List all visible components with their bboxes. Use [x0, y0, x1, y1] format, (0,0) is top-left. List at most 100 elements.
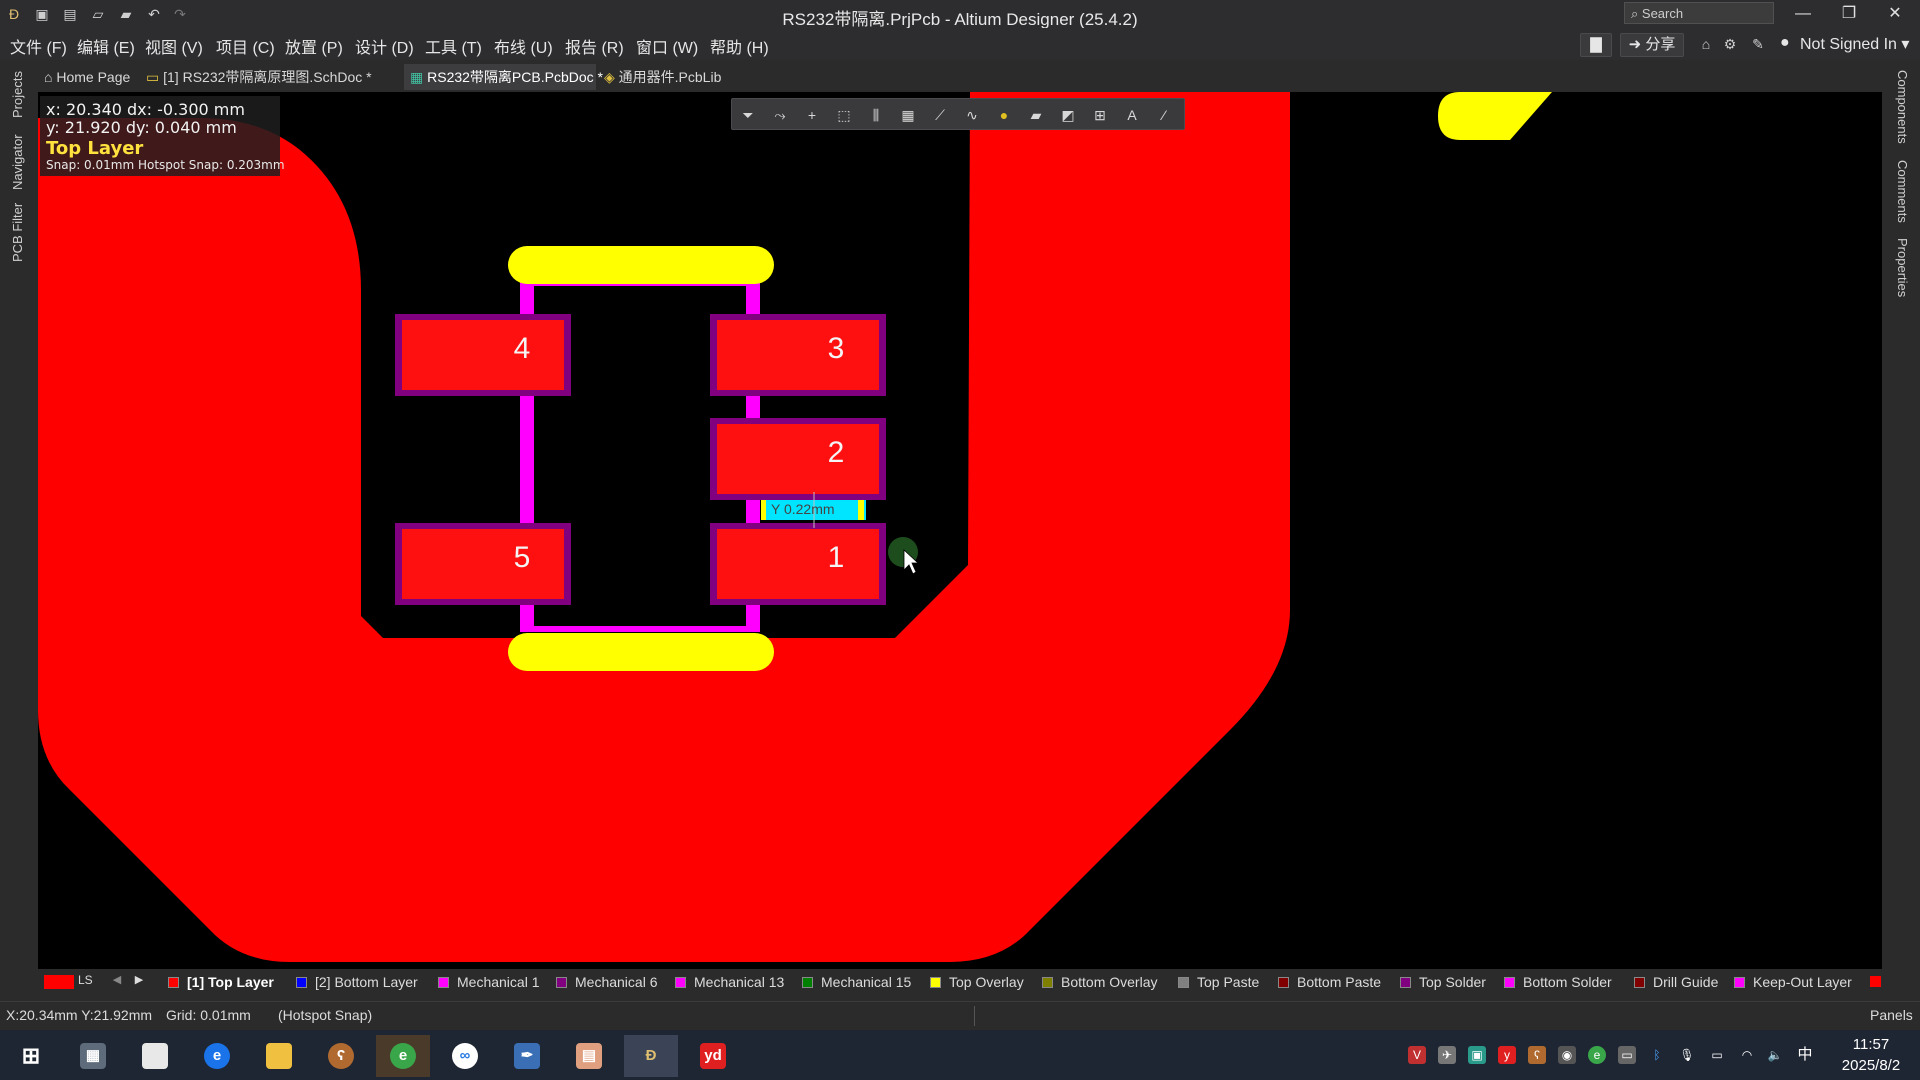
notifications-icon[interactable]: ✎	[1748, 34, 1768, 54]
menu-design[interactable]: 设计 (D)	[355, 34, 414, 58]
tray-browser-icon[interactable]: e	[1588, 1046, 1606, 1064]
pcb-canvas[interactable]: 4 3 2 5 1 Y 0.22mm	[38, 92, 1882, 969]
layer-tab-top-overlay[interactable]: Top Overlay	[930, 973, 1024, 991]
volume-icon[interactable]: 🔈	[1766, 1046, 1784, 1064]
layer-set-button[interactable]: LS	[78, 973, 93, 987]
clock-time: 11:57	[1852, 1036, 1890, 1053]
filter-icon[interactable]: ⏷	[738, 105, 758, 125]
layer-tab-drill-guide[interactable]: Drill Guide	[1634, 973, 1718, 991]
layer-tab-top-paste[interactable]: Top Paste	[1178, 973, 1259, 991]
menu-edit[interactable]: 编辑 (E)	[77, 34, 135, 58]
route-icon[interactable]: ⤳	[770, 105, 790, 125]
taskbar-notepad[interactable]	[128, 1035, 182, 1077]
layer-tab-mechanical-13[interactable]: Mechanical 13	[675, 973, 784, 991]
layer-tab-top-layer[interactable]: [1] Top Layer	[168, 973, 274, 991]
length-tune-icon[interactable]: ∿	[962, 105, 982, 125]
align-icon[interactable]: ⫼	[866, 105, 886, 125]
line-icon[interactable]: ⁄	[1154, 105, 1174, 125]
panel-tab-projects[interactable]: Projects	[10, 71, 25, 118]
tray-display-icon[interactable]: ▭	[1618, 1046, 1636, 1064]
layer-tab-mechanical-1[interactable]: Mechanical 1	[438, 973, 540, 991]
ime-indicator[interactable]: 中	[1796, 1046, 1814, 1064]
panel-tab-pcb-filter[interactable]: PCB Filter	[10, 203, 25, 262]
menu-place[interactable]: 放置 (P)	[285, 34, 343, 58]
keepout-icon[interactable]: ◩	[1058, 105, 1078, 125]
polygon-icon[interactable]: ▰	[1026, 105, 1046, 125]
layer-tab-top-solder[interactable]: Top Solder	[1400, 973, 1486, 991]
battery-icon[interactable]: ▭	[1708, 1046, 1726, 1064]
current-layer-swatch[interactable]	[44, 975, 74, 989]
tray-app-icon[interactable]: ✈	[1438, 1046, 1456, 1064]
tab-pcblib[interactable]: ◈ 通用器件.PcbLib	[598, 64, 728, 90]
home-icon[interactable]: ⌂	[1696, 34, 1716, 54]
menu-file[interactable]: 文件 (F)	[10, 34, 67, 58]
account-button[interactable]: Not Signed In ▾	[1800, 34, 1909, 54]
start-button[interactable]: ⊞	[4, 1035, 58, 1077]
menu-tools[interactable]: 工具 (T)	[425, 34, 482, 58]
layer-scroll-right-icon[interactable]: ▶	[130, 973, 148, 991]
taskbar-altium[interactable]: Ɖ	[624, 1035, 678, 1077]
tray-bear-icon[interactable]: ʕ	[1528, 1046, 1546, 1064]
taskbar-feather-app[interactable]: ✒	[500, 1035, 554, 1077]
menu-reports[interactable]: 报告 (R)	[565, 34, 624, 58]
layer-scroll-left-icon[interactable]: ◀	[108, 973, 126, 991]
panel-tab-properties[interactable]: Properties	[1895, 238, 1910, 297]
document-tabs: ⌂ Home Page ▭ [1] RS232带隔离原理图.SchDoc * ▦…	[32, 62, 1884, 92]
feedback-icon[interactable]: ▇	[1580, 33, 1612, 57]
tray-app-icon[interactable]: ▣	[1468, 1046, 1486, 1064]
share-button[interactable]: ➜ 分享	[1620, 33, 1684, 57]
taskbar-baidu-cloud[interactable]: ∞	[438, 1035, 492, 1077]
taskbar-bear-app[interactable]: ʕ	[314, 1035, 368, 1077]
bluetooth-icon[interactable]: ᛒ	[1648, 1046, 1666, 1064]
menu-help[interactable]: 帮助 (H)	[710, 34, 769, 58]
pin-icon[interactable]: ●	[994, 105, 1014, 125]
layer-tab-mechanical-6[interactable]: Mechanical 6	[556, 973, 658, 991]
layer-tab-bottom-solder[interactable]: Bottom Solder	[1504, 973, 1612, 991]
pad-label-2: 2	[827, 436, 845, 469]
pad-label-5: 5	[513, 541, 531, 574]
tab-schematic[interactable]: ▭ [1] RS232带隔离原理图.SchDoc *	[140, 64, 402, 90]
layer-swatch-more[interactable]	[1870, 976, 1881, 987]
layer-swatch	[1734, 977, 1745, 988]
menu-window[interactable]: 窗口 (W)	[636, 34, 698, 58]
close-button[interactable]: ✕	[1872, 0, 1918, 28]
panel-tab-comments[interactable]: Comments	[1895, 160, 1910, 223]
taskbar-calculator[interactable]: ▦	[66, 1035, 120, 1077]
layer-tab-keep-out-layer[interactable]: Keep-Out Layer	[1734, 973, 1852, 991]
panels-button[interactable]: Panels	[1870, 1007, 1913, 1023]
taskbar-clock[interactable]: 11:57 2025/8/2	[1826, 1034, 1916, 1076]
layer-tab-bottom-paste[interactable]: Bottom Paste	[1278, 973, 1381, 991]
menu-route[interactable]: 布线 (U)	[494, 34, 553, 58]
taskbar-edge[interactable]: e	[190, 1035, 244, 1077]
layer-tab-mechanical-15[interactable]: Mechanical 15	[802, 973, 911, 991]
panel-tab-components[interactable]: Components	[1895, 70, 1910, 144]
cross-icon[interactable]: +	[802, 105, 822, 125]
restore-button[interactable]: ❐	[1826, 0, 1872, 28]
taskbar-youdao[interactable]: yd	[686, 1035, 740, 1077]
taskbar-browser[interactable]: e	[376, 1035, 430, 1077]
tab-pcb[interactable]: ▦ RS232带隔离PCB.PcbDoc *	[404, 64, 603, 90]
interactive-route-icon[interactable]: ⟋	[930, 105, 950, 125]
gear-icon[interactable]: ⚙	[1720, 34, 1740, 54]
microphone-icon[interactable]: 🎙	[1678, 1046, 1696, 1064]
tab-home-page[interactable]: ⌂ Home Page	[38, 64, 138, 90]
tray-camera-icon[interactable]: ◉	[1558, 1046, 1576, 1064]
dimension-icon[interactable]: ⊞	[1090, 105, 1110, 125]
wifi-icon[interactable]: ◠	[1738, 1046, 1756, 1064]
component-icon[interactable]: ▦	[898, 105, 918, 125]
search-input[interactable]: ⌕ Search	[1624, 2, 1774, 24]
text-icon[interactable]: A	[1122, 105, 1142, 125]
layer-tab-bottom-overlay[interactable]: Bottom Overlay	[1042, 973, 1157, 991]
menu-view[interactable]: 视图 (V)	[145, 34, 203, 58]
layer-label: Mechanical 6	[575, 974, 658, 990]
taskbar-powerpoint[interactable]: ▤	[562, 1035, 616, 1077]
select-rect-icon[interactable]: ⬚	[834, 105, 854, 125]
panel-tab-navigator[interactable]: Navigator	[10, 134, 25, 190]
minimize-button[interactable]: —	[1780, 0, 1826, 28]
tray-youdao-icon[interactable]: y	[1498, 1046, 1516, 1064]
layer-swatch	[1504, 977, 1515, 988]
layer-tab-bottom-layer[interactable]: [2] Bottom Layer	[296, 973, 418, 991]
menu-project[interactable]: 项目 (C)	[216, 34, 275, 58]
tray-app-icon[interactable]: V	[1408, 1046, 1426, 1064]
taskbar-explorer[interactable]	[252, 1035, 306, 1077]
